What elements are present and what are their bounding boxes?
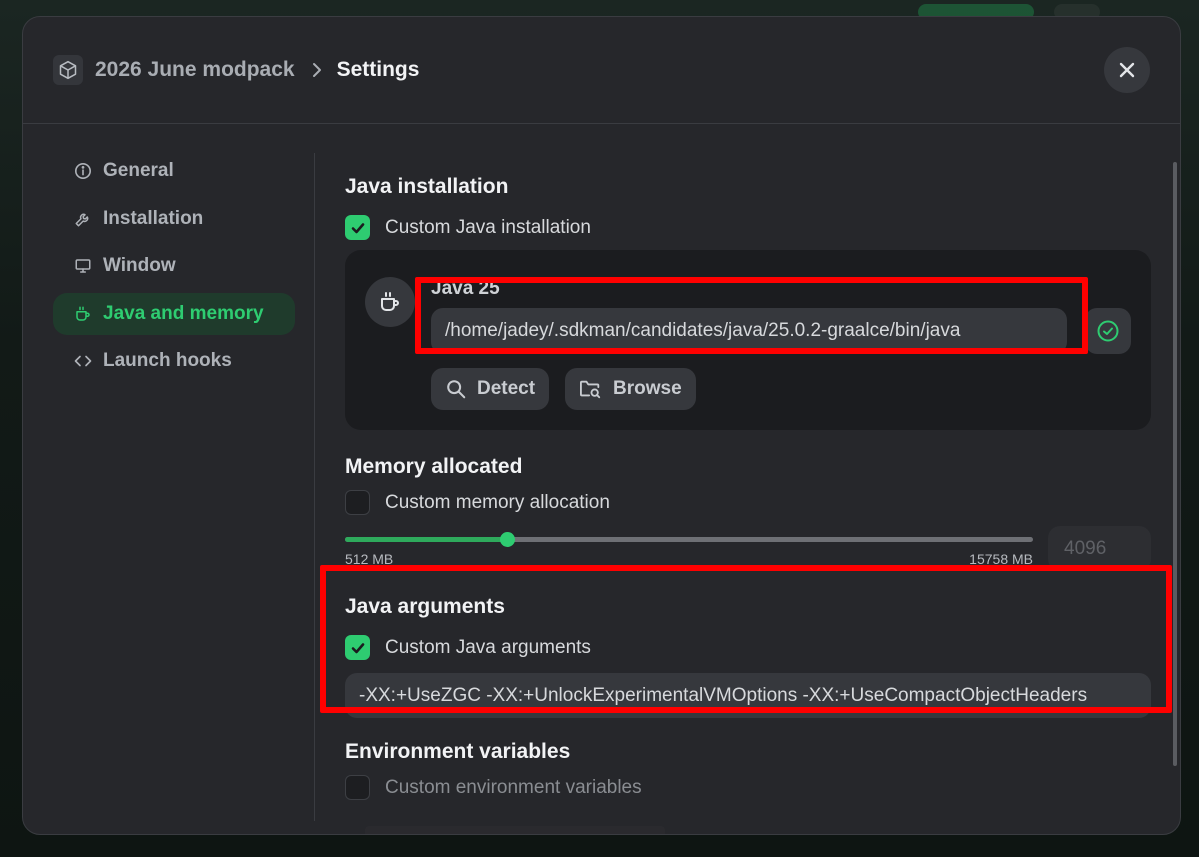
header-divider	[23, 123, 1180, 124]
close-button[interactable]	[1104, 47, 1150, 93]
environment-variables-title: Environment variables	[345, 740, 571, 763]
memory-slider-handle[interactable]	[499, 532, 515, 547]
modal-header: 2026 June modpack Settings	[23, 17, 1180, 123]
memory-max-label: 15758 MB	[969, 551, 1033, 567]
breadcrumb-current: Settings	[336, 58, 420, 81]
custom-environment-variables-label: Custom environment variables	[385, 776, 642, 798]
browse-label: Browse	[613, 378, 682, 399]
sidebar-item-launch-hooks[interactable]: Launch hooks	[53, 340, 295, 382]
memory-slider-fill	[345, 537, 507, 542]
custom-java-arguments-label: Custom Java arguments	[385, 636, 591, 658]
settings-sidebar: General Installation Window Java and mem…	[53, 150, 295, 388]
custom-java-arguments-checkbox[interactable]	[345, 635, 370, 660]
code-icon	[73, 351, 93, 371]
custom-java-installation-checkbox[interactable]	[345, 215, 370, 240]
java-installation-card: Java 25 /home/jadey/.sdkman/candidates/j…	[345, 250, 1151, 430]
java-arguments-input[interactable]: -XX:+UseZGC -XX:+UnlockExperimentalVMOpt…	[345, 673, 1151, 718]
detect-label: Detect	[477, 378, 536, 399]
sidebar-item-label: Window	[103, 255, 176, 276]
custom-java-installation-row[interactable]: Custom Java installation	[345, 215, 591, 240]
custom-memory-allocation-row[interactable]: Custom memory allocation	[345, 490, 610, 515]
sidebar-item-label: Java and memory	[103, 302, 264, 324]
check-icon	[351, 642, 364, 653]
custom-java-installation-label: Custom Java installation	[385, 216, 591, 238]
search-icon	[445, 378, 467, 400]
breadcrumb-parent[interactable]: 2026 June modpack	[95, 58, 295, 82]
sidebar-item-window[interactable]: Window	[53, 245, 295, 287]
custom-memory-allocation-checkbox[interactable]	[345, 490, 370, 515]
sidebar-item-label: General	[103, 160, 174, 181]
java-installation-title: Java installation	[345, 175, 509, 198]
java-arguments-title: Java arguments	[345, 595, 505, 618]
browse-button[interactable]: Browse	[565, 368, 696, 410]
memory-allocated-title: Memory allocated	[345, 455, 523, 478]
coffee-icon	[365, 277, 415, 327]
settings-modal: 2026 June modpack Settings General Insta…	[22, 16, 1181, 835]
memory-value-input[interactable]: 4096	[1048, 526, 1151, 571]
memory-min-label: 512 MB	[345, 551, 394, 567]
custom-memory-allocation-label: Custom memory allocation	[385, 491, 610, 513]
sidebar-divider	[314, 153, 315, 821]
sidebar-item-java-and-memory[interactable]: Java and memory	[53, 292, 295, 335]
info-icon	[73, 161, 93, 181]
custom-environment-variables-row[interactable]: Custom environment variables	[345, 775, 642, 800]
custom-environment-variables-checkbox[interactable]	[345, 775, 370, 800]
verify-java-button[interactable]	[1085, 308, 1131, 354]
faded-content	[365, 826, 665, 834]
detect-button[interactable]: Detect	[431, 368, 550, 410]
custom-java-arguments-row[interactable]: Custom Java arguments	[345, 635, 591, 660]
check-icon	[351, 222, 364, 233]
coffee-icon	[73, 304, 93, 324]
java-version-label: Java 25	[431, 278, 500, 299]
folder-search-icon	[579, 378, 603, 400]
sidebar-item-label: Launch hooks	[103, 350, 232, 371]
chevron-right-icon	[311, 62, 323, 78]
check-circle-icon	[1097, 320, 1119, 342]
package-icon	[53, 55, 83, 85]
close-icon	[1119, 62, 1135, 78]
sidebar-item-label: Installation	[103, 207, 204, 229]
sidebar-item-installation[interactable]: Installation	[53, 198, 295, 240]
wrench-icon	[73, 209, 93, 229]
sidebar-item-general[interactable]: General	[53, 150, 295, 192]
content-scrollbar[interactable]	[1173, 162, 1177, 766]
monitor-icon	[73, 256, 93, 276]
java-path-input[interactable]: /home/jadey/.sdkman/candidates/java/25.0…	[431, 308, 1067, 354]
memory-slider[interactable]	[345, 532, 1033, 547]
settings-content: Java installation Custom Java installati…	[345, 153, 1151, 834]
